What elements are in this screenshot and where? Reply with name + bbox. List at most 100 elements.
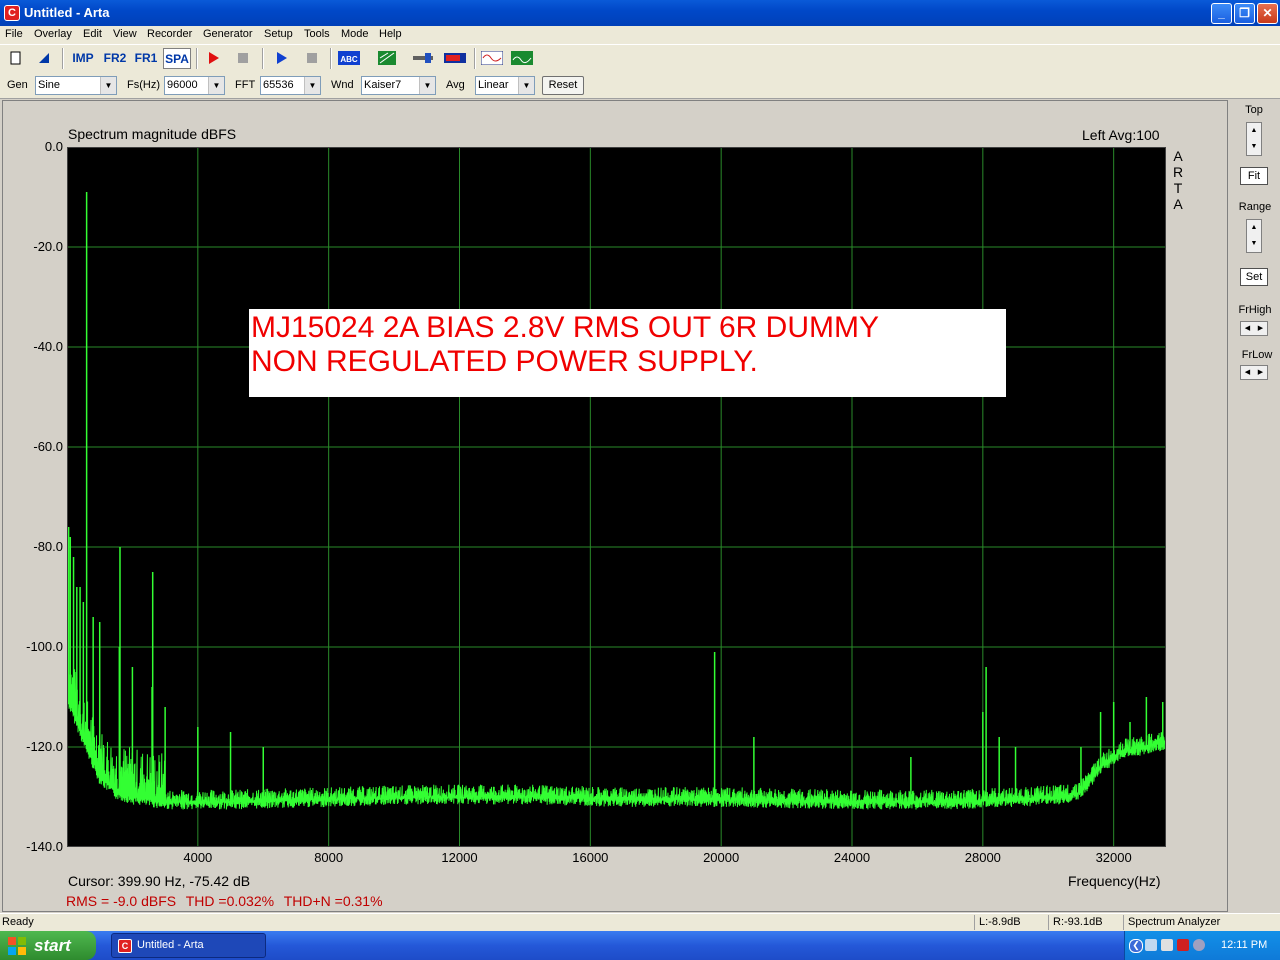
- x-tick-label: 12000: [441, 850, 478, 865]
- fr1-button[interactable]: FR1: [133, 48, 159, 69]
- fr2-button[interactable]: FR2: [102, 48, 128, 69]
- monitor-icon[interactable]: [510, 48, 534, 69]
- status-ready: Ready: [2, 916, 34, 928]
- window-select[interactable]: Kaiser7 ▼: [361, 76, 436, 95]
- plot-title: Spectrum magnitude dBFS: [68, 126, 237, 142]
- slider-icon[interactable]: [412, 48, 434, 69]
- frlow-spinner[interactable]: ◀ ▶: [1240, 365, 1268, 380]
- menu-mode[interactable]: Mode: [341, 28, 369, 40]
- x-tick-label: 16000: [572, 850, 609, 865]
- wnd-label: Wnd: [331, 79, 354, 91]
- level-icon[interactable]: [443, 48, 467, 69]
- spin-down-icon[interactable]: ▼: [1247, 236, 1261, 252]
- tray-expand-icon[interactable]: ❮: [1129, 939, 1143, 953]
- arta-app-icon[interactable]: C: [4, 5, 20, 21]
- menu-file[interactable]: File: [5, 28, 23, 40]
- averaging-value: Linear: [478, 79, 509, 91]
- reset-button[interactable]: Reset: [542, 76, 584, 95]
- fft-size-select[interactable]: 65536 ▼: [260, 76, 321, 95]
- status-right-level: R:-93.1dB: [1048, 915, 1125, 930]
- close-button[interactable]: ✕: [1257, 3, 1278, 24]
- window-title: Untitled - Arta: [24, 5, 110, 20]
- minimize-button[interactable]: _: [1211, 3, 1232, 24]
- taskbar-item-arta[interactable]: C Untitled - Arta: [111, 933, 266, 958]
- rms-value: RMS = -9.0 dBFS: [66, 893, 177, 909]
- channel-average-info: Left Avg:100: [1082, 127, 1160, 143]
- menu-tools[interactable]: Tools: [304, 28, 330, 40]
- generator-value: Sine: [38, 79, 61, 91]
- control-bar: Gen Sine ▼ Fs(Hz) 96000 ▼ FFT 65536 ▼ Wnd K…: [0, 72, 1280, 99]
- menu-bar: File Overlay Edit View Recorder Generato…: [0, 26, 1280, 45]
- arta-watermark: ARTA: [1172, 148, 1184, 212]
- security-shield-icon[interactable]: [1177, 939, 1189, 951]
- spectrum-plot[interactable]: [67, 147, 1166, 847]
- spin-up-icon[interactable]: ▲: [1247, 123, 1261, 139]
- frhigh-spinner[interactable]: ◀ ▶: [1240, 321, 1268, 336]
- menu-recorder[interactable]: Recorder: [147, 28, 192, 40]
- y-tick-label: -100.0: [26, 639, 63, 654]
- clock: 12:11 PM: [1221, 939, 1268, 951]
- svg-text:ABC: ABC: [340, 55, 358, 64]
- imp-button[interactable]: IMP: [70, 48, 96, 69]
- stop-icon[interactable]: [302, 48, 322, 69]
- scope-icon[interactable]: [480, 48, 504, 69]
- menu-generator[interactable]: Generator: [203, 28, 253, 40]
- y-tick-label: -80.0: [33, 539, 63, 554]
- y-tick-label: -20.0: [33, 239, 63, 254]
- set-button[interactable]: Set: [1240, 268, 1268, 286]
- start-button[interactable]: start: [0, 931, 96, 960]
- top-spinner[interactable]: ▲ ▼: [1246, 122, 1262, 156]
- abc-icon[interactable]: ABC: [337, 48, 361, 69]
- meter-icon[interactable]: [376, 48, 398, 69]
- chevron-down-icon[interactable]: ▼: [100, 77, 116, 94]
- chevron-down-icon[interactable]: ▼: [518, 77, 534, 94]
- record-icon[interactable]: [203, 48, 223, 69]
- new-file-icon[interactable]: [6, 48, 26, 69]
- volume-icon[interactable]: [1161, 939, 1173, 951]
- x-tick-label: 28000: [964, 850, 1001, 865]
- windows-logo-icon: [8, 937, 26, 955]
- spin-left-icon[interactable]: ◀: [1241, 322, 1254, 335]
- gen-label: Gen: [7, 79, 28, 91]
- play-icon[interactable]: [271, 48, 291, 69]
- fit-button[interactable]: Fit: [1240, 167, 1268, 185]
- menu-view[interactable]: View: [113, 28, 137, 40]
- x-axis-label: Frequency(Hz): [1068, 873, 1161, 889]
- fft-size-value: 65536: [263, 79, 294, 91]
- menu-help[interactable]: Help: [379, 28, 402, 40]
- spin-down-icon[interactable]: ▼: [1247, 139, 1261, 155]
- averaging-select[interactable]: Linear ▼: [475, 76, 535, 95]
- plot-background: [67, 147, 1166, 847]
- spin-right-icon[interactable]: ▶: [1254, 366, 1267, 379]
- y-tick-label: 0.0: [44, 139, 63, 154]
- chevron-down-icon[interactable]: ▼: [304, 77, 320, 94]
- x-tick-label: 32000: [1095, 850, 1132, 865]
- top-label: Top: [1245, 104, 1263, 116]
- stop-icon[interactable]: [233, 48, 253, 69]
- open-file-icon[interactable]: [34, 48, 54, 69]
- spin-up-icon[interactable]: ▲: [1247, 220, 1261, 236]
- sample-rate-value: 96000: [167, 79, 198, 91]
- spa-button[interactable]: SPA: [163, 48, 191, 69]
- network-icon[interactable]: [1145, 939, 1157, 951]
- annotation-box: MJ15024 2A BIAS 2.8V RMS OUT 6R DUMMY NO…: [249, 309, 1006, 397]
- y-tick-label: -120.0: [26, 739, 63, 754]
- status-bar: Ready L:-8.9dB R:-93.1dB Spectrum Analyz…: [0, 913, 1280, 932]
- tray-app-icon[interactable]: [1193, 939, 1205, 951]
- status-mode: Spectrum Analyzer: [1123, 915, 1278, 930]
- range-spinner[interactable]: ▲ ▼: [1246, 219, 1262, 253]
- maximize-button[interactable]: ❐: [1234, 3, 1255, 24]
- menu-edit[interactable]: Edit: [83, 28, 102, 40]
- x-tick-label: 24000: [833, 850, 871, 865]
- chevron-down-icon[interactable]: ▼: [208, 77, 224, 94]
- chevron-down-icon[interactable]: ▼: [419, 77, 435, 94]
- avg-label: Avg: [446, 79, 465, 91]
- spin-left-icon[interactable]: ◀: [1241, 366, 1254, 379]
- taskbar-item-label: Untitled - Arta: [137, 939, 204, 951]
- menu-setup[interactable]: Setup: [264, 28, 293, 40]
- spin-right-icon[interactable]: ▶: [1254, 322, 1267, 335]
- sample-rate-select[interactable]: 96000 ▼: [164, 76, 225, 95]
- menu-overlay[interactable]: Overlay: [34, 28, 72, 40]
- generator-select[interactable]: Sine ▼: [35, 76, 117, 95]
- frlow-label: FrLow: [1241, 349, 1273, 361]
